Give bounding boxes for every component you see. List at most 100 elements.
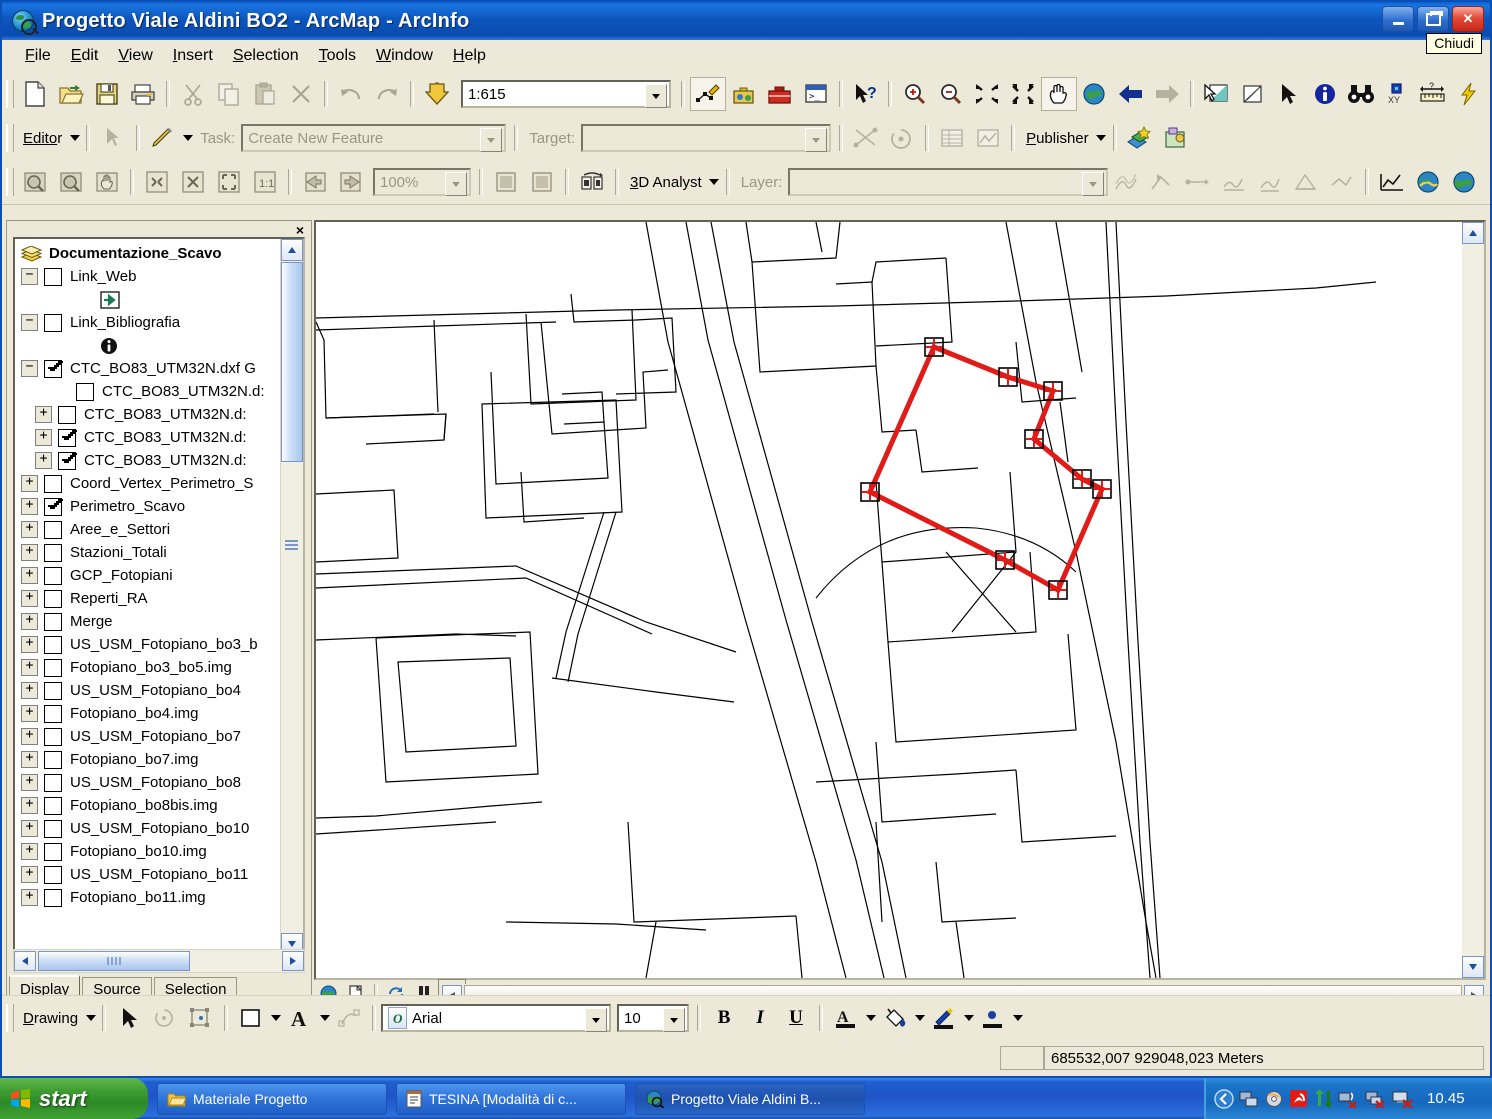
arcscene-button[interactable]	[1410, 165, 1446, 199]
toc-scroll-thumb[interactable]	[281, 262, 303, 462]
map-data-view[interactable]	[316, 222, 1460, 978]
layout-back-button[interactable]	[297, 165, 333, 199]
pan-tool[interactable]	[1041, 77, 1077, 111]
layout-zoom-percent-combo[interactable]: 100%	[373, 168, 471, 196]
toc-scroll-up-button[interactable]	[281, 239, 303, 261]
map-scroll-up-button[interactable]	[1462, 222, 1484, 244]
layer-visibility-checkbox[interactable]	[44, 681, 62, 700]
save-button[interactable]	[89, 77, 125, 111]
layer-visibility-checkbox[interactable]	[44, 819, 62, 838]
layer-row[interactable]: + US_USM_Fotopiano_bo11	[15, 863, 283, 886]
layer-row[interactable]: + CTC_BO83_UTM32N.d:	[15, 449, 283, 472]
menu-selection[interactable]: Selection	[224, 44, 308, 68]
layer-row[interactable]: + US_USM_Fotopiano_bo10	[15, 817, 283, 840]
layer-visibility-checkbox[interactable]	[44, 359, 62, 378]
text-a-caret-icon[interactable]	[318, 1001, 331, 1035]
command-window-button[interactable]: >_	[798, 77, 834, 111]
target-dropdown-arrow[interactable]	[805, 128, 828, 152]
publish-map-button[interactable]	[1122, 121, 1158, 155]
layer-visibility-checkbox[interactable]	[58, 405, 76, 424]
arctoolbox-button[interactable]	[726, 77, 762, 111]
layer-row[interactable]: − CTC_BO83_UTM32N.dxf G	[15, 357, 283, 380]
drawing-menu-caret-icon[interactable]	[84, 1001, 97, 1035]
analyst-menu-button[interactable]: 3D Analyst	[624, 174, 708, 191]
collapse-minus-icon[interactable]: −	[21, 314, 38, 331]
toolbar-grip[interactable]	[6, 80, 14, 108]
menu-help[interactable]: Help	[444, 44, 495, 68]
identify-tool[interactable]	[1307, 77, 1343, 111]
font-family-dropdown-arrow[interactable]	[585, 1008, 608, 1032]
sketch-tool-caret-icon[interactable]	[181, 121, 194, 155]
back-extent-tool[interactable]	[1113, 77, 1149, 111]
taskbar-item-progetto-viale-aldini[interactable]: Progetto Viale Aldini B...	[635, 1082, 865, 1115]
layer-row[interactable]	[15, 288, 283, 311]
layer-row[interactable]: + Merge	[15, 610, 283, 633]
font-color-button[interactable]: A	[828, 1001, 864, 1035]
map-scroll-down-button[interactable]	[1462, 956, 1484, 978]
layer-row[interactable]: − Link_Web	[15, 265, 283, 288]
task-dropdown-arrow[interactable]	[480, 128, 503, 152]
red-toolbox-button[interactable]	[762, 77, 798, 111]
layer-row[interactable]: + Coord_Vertex_Perimetro_S	[15, 472, 283, 495]
toc-horizontal-scrollbar[interactable]	[13, 949, 305, 973]
wireless-x-icon[interactable]	[1338, 1090, 1360, 1108]
restore-button[interactable]	[1417, 6, 1449, 32]
layer-row[interactable]: + Perimetro_Scavo	[15, 495, 283, 518]
up-down-arrows-icon[interactable]	[1313, 1089, 1333, 1108]
zoom-one-to-one-button[interactable]: 1:1	[247, 165, 283, 199]
layer-row[interactable]: + Fotopiano_bo8bis.img	[15, 794, 283, 817]
expand-plus-icon[interactable]: +	[21, 889, 38, 906]
avira-umbrella-icon[interactable]	[1289, 1089, 1308, 1108]
font-size-combo[interactable]: 10	[617, 1004, 690, 1032]
open-folder-button[interactable]	[53, 77, 89, 111]
toc-vertical-scrollbar[interactable]	[280, 239, 303, 955]
expand-plus-icon[interactable]: +	[21, 544, 38, 561]
layer-row[interactable]: + Fotopiano_bo7.img	[15, 748, 283, 771]
font-size-dropdown-arrow[interactable]	[663, 1008, 686, 1032]
sketch-tool-button[interactable]	[145, 121, 181, 155]
expand-plus-icon[interactable]: +	[21, 498, 38, 515]
bold-button[interactable]: B	[706, 1001, 742, 1035]
taskbar-item-materiale-progetto[interactable]: Materiale Progetto	[157, 1082, 387, 1115]
fill-square-caret-icon[interactable]	[269, 1001, 282, 1035]
expand-plus-icon[interactable]: +	[21, 843, 38, 860]
underline-button[interactable]: U	[778, 1001, 814, 1035]
start-button[interactable]: start	[0, 1078, 148, 1119]
menu-insert[interactable]: Insert	[164, 44, 222, 68]
layer-row[interactable]: + Fotopiano_bo11.img	[15, 886, 283, 909]
go-to-xy-tool[interactable]: XY	[1379, 77, 1415, 111]
expand-plus-icon[interactable]: +	[21, 567, 38, 584]
data-frame-row[interactable]: Documentazione_Scavo	[15, 242, 283, 265]
layer-row[interactable]: + US_USM_Fotopiano_bo8	[15, 771, 283, 794]
layer-visibility-checkbox[interactable]	[44, 543, 62, 562]
expand-plus-icon[interactable]: +	[35, 406, 52, 423]
expand-plus-icon[interactable]: +	[21, 751, 38, 768]
map-scale-dropdown-arrow[interactable]	[645, 84, 667, 108]
font-color-caret-icon[interactable]	[864, 1001, 877, 1035]
print-button[interactable]	[125, 77, 161, 111]
expand-plus-icon[interactable]: +	[21, 590, 38, 607]
collapse-minus-icon[interactable]: −	[21, 268, 38, 285]
cd-drive-icon[interactable]	[1264, 1090, 1284, 1108]
select-elements-tool[interactable]	[1271, 77, 1307, 111]
expand-plus-icon[interactable]: +	[21, 636, 38, 653]
toc-hscroll-thumb[interactable]	[38, 951, 190, 971]
publisher-settings-button[interactable]	[1158, 121, 1194, 155]
select-elements-button[interactable]	[111, 1001, 147, 1035]
layout-zoom-in-button[interactable]	[17, 165, 53, 199]
fixed-zoom-in-tool[interactable]	[969, 77, 1005, 111]
layer-row[interactable]: + Stazioni_Totali	[15, 541, 283, 564]
paint-bucket-button[interactable]	[877, 1001, 913, 1035]
menu-edit[interactable]: Edit	[62, 44, 108, 68]
layer-visibility-checkbox[interactable]	[44, 497, 62, 516]
close-button[interactable]: ✕	[1452, 6, 1484, 32]
fill-square-button[interactable]	[233, 1001, 269, 1035]
editor-toolbar-button[interactable]	[690, 77, 726, 111]
analyst-layer-dropdown-arrow[interactable]	[1082, 172, 1105, 196]
expand-plus-icon[interactable]: +	[35, 452, 52, 469]
layer-row[interactable]: + US_USM_Fotopiano_bo4	[15, 679, 283, 702]
layer-visibility-checkbox[interactable]	[44, 865, 62, 884]
paint-bucket-caret-icon[interactable]	[913, 1001, 926, 1035]
zoom-last-extent-button[interactable]	[211, 165, 247, 199]
hyperlink-lightning-tool[interactable]	[1451, 77, 1487, 111]
